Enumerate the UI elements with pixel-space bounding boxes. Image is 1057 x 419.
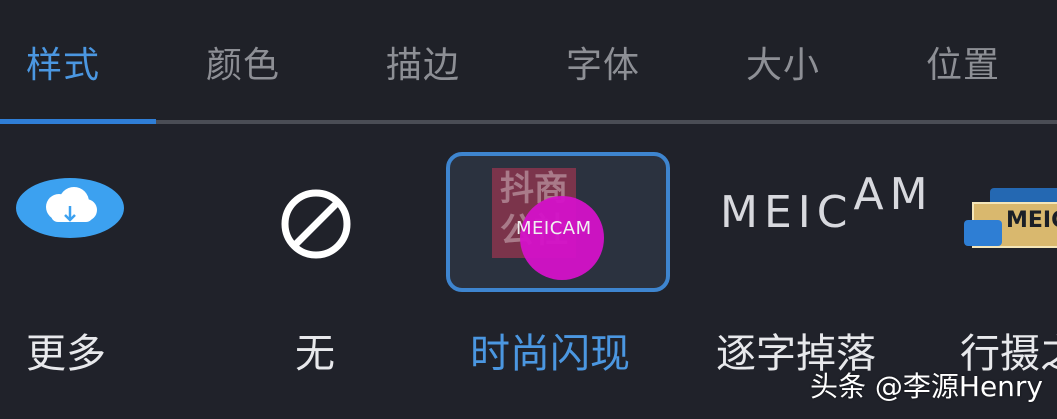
meicam-word-drop-icon[interactable]: MEICAM <box>720 170 934 238</box>
camera-icon <box>964 220 1002 246</box>
preview-text: MEICAM <box>516 218 592 239</box>
photo-style-icon[interactable]: MEIC <box>962 182 1057 256</box>
style-options: 更多 无 抖商公社 MEICAM 时尚闪现 MEICAM 逐字掉落 <box>0 124 1057 419</box>
style-option-fashion-flash-label: 时尚闪现 <box>470 331 630 377</box>
tab-bar: 样式 颜色 描边 字体 大小 位置 <box>0 0 1057 124</box>
tab-color[interactable]: 颜色 <box>206 44 280 88</box>
tab-font[interactable]: 字体 <box>566 44 640 88</box>
tab-style[interactable]: 样式 <box>26 44 100 88</box>
tab-stroke[interactable]: 描边 <box>386 44 460 88</box>
photo-preview-text: MEIC <box>1006 208 1057 233</box>
app-window: 样式 颜色 描边 字体 大小 位置 更多 无 抖商 MEICAM 时尚闪现 ME… <box>0 0 1057 419</box>
cloud-download-icon[interactable] <box>16 178 124 238</box>
selected-style-preview[interactable]: 抖商公社 MEICAM <box>446 152 670 292</box>
style-option-none-label: 无 <box>295 331 335 377</box>
watermark-text: 头条 @李源Henry <box>809 370 1043 403</box>
style-option-more-label: 更多 <box>26 331 106 377</box>
tab-position[interactable]: 位置 <box>926 44 1000 88</box>
none-icon[interactable] <box>278 186 354 262</box>
tab-size[interactable]: 大小 <box>746 44 820 88</box>
